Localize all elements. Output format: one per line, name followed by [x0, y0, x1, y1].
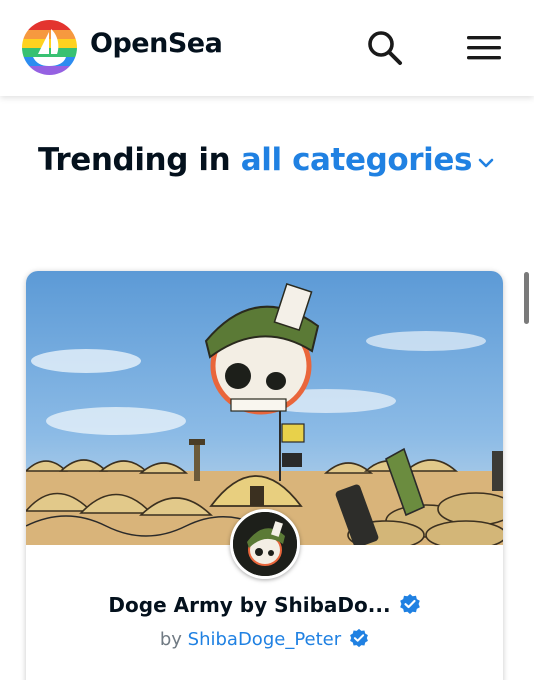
- verified-badge-icon: [341, 628, 369, 650]
- collection-avatar[interactable]: [230, 509, 300, 579]
- opensea-logo-icon[interactable]: [22, 20, 77, 75]
- collection-title-text[interactable]: Doge Army by ShibaDo...: [108, 593, 390, 617]
- collection-banner-image[interactable]: [26, 271, 503, 550]
- trending-prefix: Trending in: [38, 142, 231, 178]
- search-icon[interactable]: [365, 28, 405, 68]
- collection-title[interactable]: Doge Army by ShibaDo...: [26, 593, 503, 617]
- top-navbar: OpenSea: [0, 0, 534, 96]
- creator-link[interactable]: ShibaDoge_Peter: [188, 629, 341, 650]
- collection-card[interactable]: Doge Army by ShibaDo... by ShibaDoge_Pet…: [26, 271, 503, 680]
- hamburger-menu-icon[interactable]: [464, 28, 506, 68]
- trending-heading: Trending in all categories: [38, 142, 494, 178]
- chevron-down-icon[interactable]: [478, 141, 494, 177]
- category-label[interactable]: all categories: [241, 142, 473, 178]
- brand-name[interactable]: OpenSea: [90, 28, 223, 59]
- verified-badge-icon: [391, 593, 421, 617]
- creator-prefix: by: [159, 629, 182, 650]
- category-dropdown[interactable]: all categories: [241, 142, 494, 178]
- collection-creator: by ShibaDoge_Peter: [26, 628, 503, 650]
- page-scrollbar[interactable]: [524, 272, 529, 324]
